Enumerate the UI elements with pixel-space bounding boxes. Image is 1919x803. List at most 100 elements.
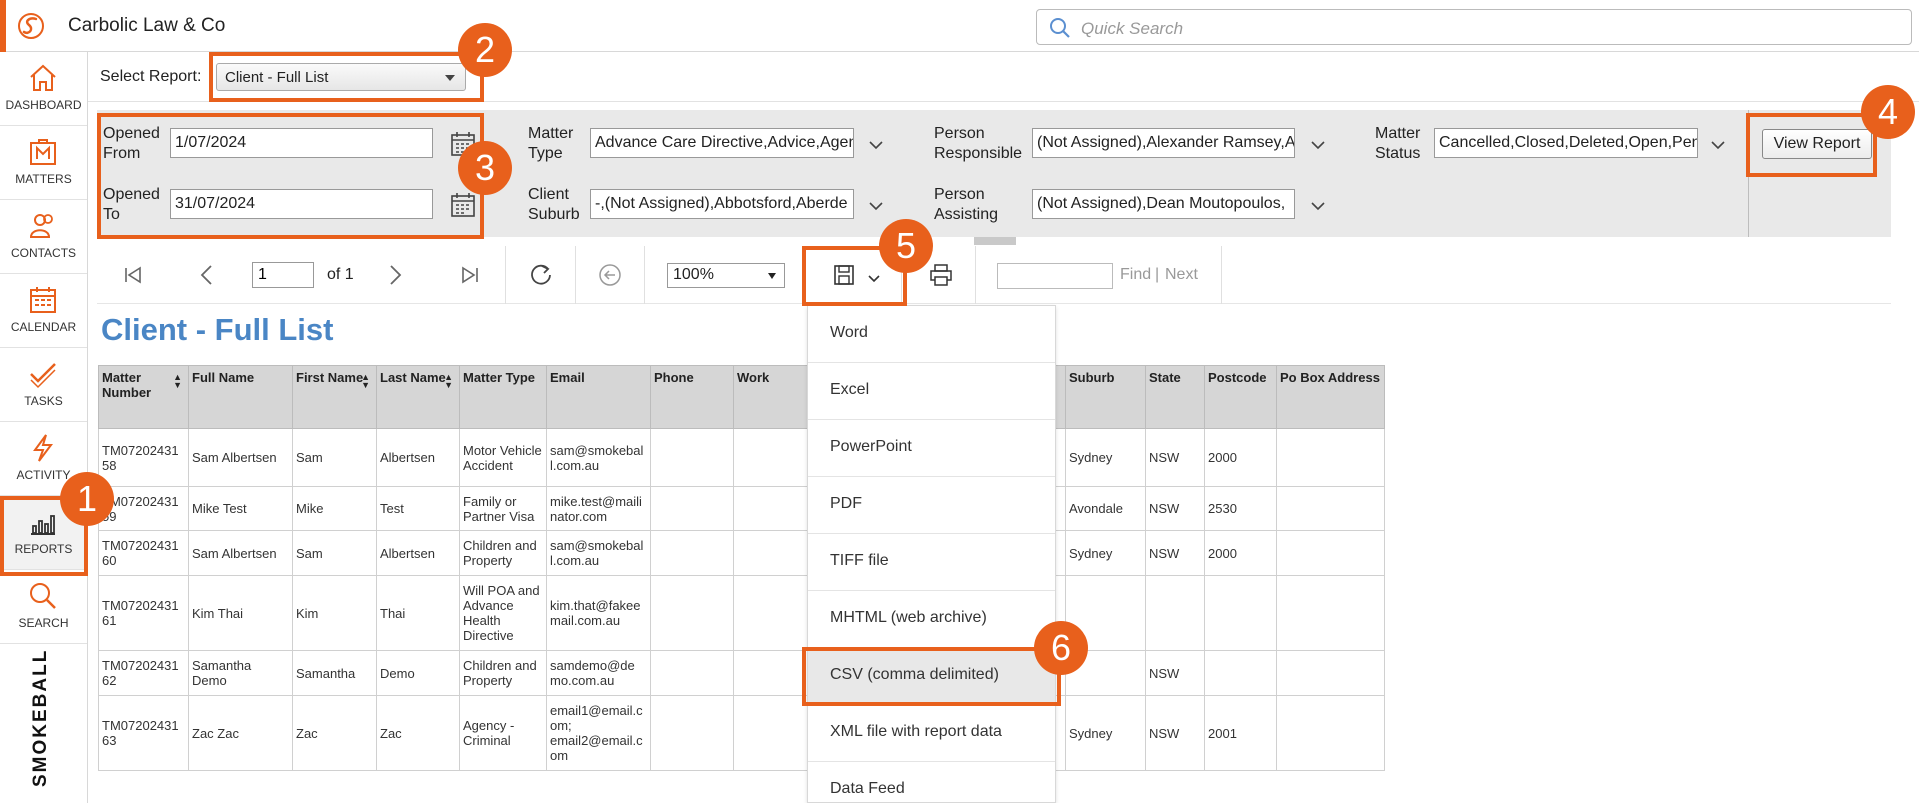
column-header: Po Box Address xyxy=(1276,365,1385,429)
toolbar-separator xyxy=(505,246,506,304)
app-logo-icon[interactable] xyxy=(16,11,46,41)
chevron-down-icon[interactable] xyxy=(868,201,884,211)
table-cell: 2000 xyxy=(1204,530,1277,576)
search-placeholder: Quick Search xyxy=(1081,19,1184,38)
sidebar-item-tasks[interactable]: TASKS xyxy=(0,348,87,422)
table-cell: Sam Albertsen xyxy=(188,530,293,576)
export-powerpoint-option[interactable]: PowerPoint xyxy=(808,420,1055,477)
table-cell: NSW xyxy=(1145,530,1205,576)
sort-arrows-icon[interactable]: ▲ ▼ xyxy=(361,373,370,390)
collapse-parameters-handle[interactable] xyxy=(974,237,1016,245)
table-cell: NSW xyxy=(1145,650,1205,696)
sidebar-item-calendar[interactable]: CALENDAR xyxy=(0,274,87,348)
table-cell: Albertsen xyxy=(376,428,460,487)
table-cell: Sydney xyxy=(1065,428,1146,487)
sidebar-item-matters[interactable]: MATTERS xyxy=(0,126,87,200)
sidebar-item-dashboard[interactable]: DASHBOARD xyxy=(0,52,87,126)
table-cell xyxy=(733,575,811,651)
column-header: Phone xyxy=(650,365,734,429)
page-count-text: of 1 xyxy=(327,266,354,283)
find-text-input[interactable] xyxy=(997,263,1113,289)
export-data-feed-option[interactable]: Data Feed xyxy=(808,762,1055,802)
person-responsible-select[interactable]: (Not Assigned),Alexander Ramsey,A xyxy=(1032,128,1295,158)
matter-status-select[interactable]: Cancelled,Closed,Deleted,Open,Pen xyxy=(1434,128,1698,158)
table-row: TM07202431 62 Samantha Demo Samantha Demo Ch… xyxy=(98,650,1385,696)
column-header[interactable]: Matter Number ▲ ▼ xyxy=(98,365,189,429)
chevron-down-icon[interactable] xyxy=(1310,201,1326,211)
table-cell xyxy=(650,650,734,696)
table-cell: samdemo@de mo.com.au xyxy=(546,650,651,696)
export-word-option[interactable]: Word xyxy=(808,306,1055,363)
table-cell: Children and Property xyxy=(459,530,547,576)
person-assisting-select[interactable]: (Not Assigned),Dean Moutopoulos, xyxy=(1032,189,1295,219)
export-xml-option[interactable]: XML file with report data xyxy=(808,705,1055,762)
table-cell: sam@smokebal l.com.au xyxy=(546,428,651,487)
table-cell: TM07202431 60 xyxy=(98,530,189,576)
first-page-icon[interactable] xyxy=(121,263,145,287)
sidebar-item-search[interactable]: SEARCH xyxy=(0,570,87,644)
table-cell xyxy=(733,695,811,771)
table-cell xyxy=(1276,650,1385,696)
table-header-row: Matter Number ▲ ▼ Full Name First Name ▲ ▼ L… xyxy=(98,365,1385,429)
page-number-input[interactable] xyxy=(252,262,314,288)
sort-arrows-icon[interactable]: ▲ ▼ xyxy=(444,373,453,390)
zoom-select[interactable]: 100% xyxy=(667,263,785,288)
export-tiff-option[interactable]: TIFF file xyxy=(808,534,1055,591)
find-link[interactable]: Find xyxy=(1120,266,1151,284)
sidebar-item-label: CALENDAR xyxy=(10,320,77,334)
column-header[interactable]: Last Name ▲ ▼ xyxy=(376,365,460,429)
table-cell xyxy=(1276,695,1385,771)
table-cell: Demo xyxy=(376,650,460,696)
caret-down-icon xyxy=(768,273,776,279)
table-cell: Family or Partner Visa xyxy=(459,486,547,531)
print-icon[interactable] xyxy=(929,263,953,287)
table-cell: Kim Thai xyxy=(188,575,293,651)
sidebar-item-label: TASKS xyxy=(24,394,63,408)
table-cell: Sydney xyxy=(1065,695,1146,771)
back-arrow-icon[interactable] xyxy=(598,263,622,287)
chevron-down-icon[interactable] xyxy=(868,140,884,150)
toolbar-separator xyxy=(1221,246,1222,304)
check-icon xyxy=(30,363,56,389)
sidebar-item-contacts[interactable]: CONTACTS xyxy=(0,200,87,274)
chevron-down-icon[interactable] xyxy=(1310,140,1326,150)
table-cell: Will POA and Advance Health Directive xyxy=(459,575,547,651)
matter-type-select[interactable]: Advance Care Directive,Advice,Agen xyxy=(590,128,854,158)
table-cell: Sam xyxy=(292,530,377,576)
refresh-icon[interactable] xyxy=(529,263,553,287)
table-cell xyxy=(733,650,811,696)
table-cell: Thai xyxy=(376,575,460,651)
table-cell: Motor Vehicle Accident xyxy=(459,428,547,487)
table-cell xyxy=(650,530,734,576)
sidebar: DASHBOARD MATTERS CONTACTS CALENDAR TASK… xyxy=(0,52,88,803)
table-cell: Samantha Demo xyxy=(188,650,293,696)
find-separator: | xyxy=(1155,266,1160,283)
find-next-link[interactable]: Next xyxy=(1165,266,1198,284)
table-cell xyxy=(1276,486,1385,531)
zoom-value: 100% xyxy=(673,266,714,283)
column-header[interactable]: First Name ▲ ▼ xyxy=(292,365,377,429)
table-cell: NSW xyxy=(1145,695,1205,771)
client-suburb-select[interactable]: -,(Not Assigned),Abbotsford,Aberde xyxy=(590,189,854,219)
chevron-down-icon[interactable] xyxy=(1710,140,1726,150)
next-page-icon[interactable] xyxy=(383,263,407,287)
quick-search-input[interactable]: Quick Search xyxy=(1036,9,1912,45)
export-pdf-option[interactable]: PDF xyxy=(808,477,1055,534)
sidebar-item-label: MATTERS xyxy=(15,172,72,186)
brand-logo-text: SMOKEBALL xyxy=(30,648,51,787)
previous-page-icon[interactable] xyxy=(195,263,219,287)
table-cell: 2530 xyxy=(1204,486,1277,531)
magnifier-icon xyxy=(30,583,56,609)
annotation-badge-1: 1 xyxy=(60,472,114,526)
export-excel-option[interactable]: Excel xyxy=(808,363,1055,420)
matter-status-label: Matter Status xyxy=(1375,125,1421,162)
table-cell xyxy=(733,428,811,487)
table-cell: Test xyxy=(376,486,460,531)
annotation-box-select-report xyxy=(209,52,484,102)
sort-arrows-icon[interactable]: ▲ ▼ xyxy=(173,373,182,390)
table-row: TM07202431 58 Sam Albertsen Sam Albertsen Mo… xyxy=(98,428,1385,487)
export-mhtml-option[interactable]: MHTML (web archive) xyxy=(808,591,1055,648)
column-header: Full Name xyxy=(188,365,293,429)
column-header: Suburb xyxy=(1065,365,1146,429)
last-page-icon[interactable] xyxy=(458,263,482,287)
